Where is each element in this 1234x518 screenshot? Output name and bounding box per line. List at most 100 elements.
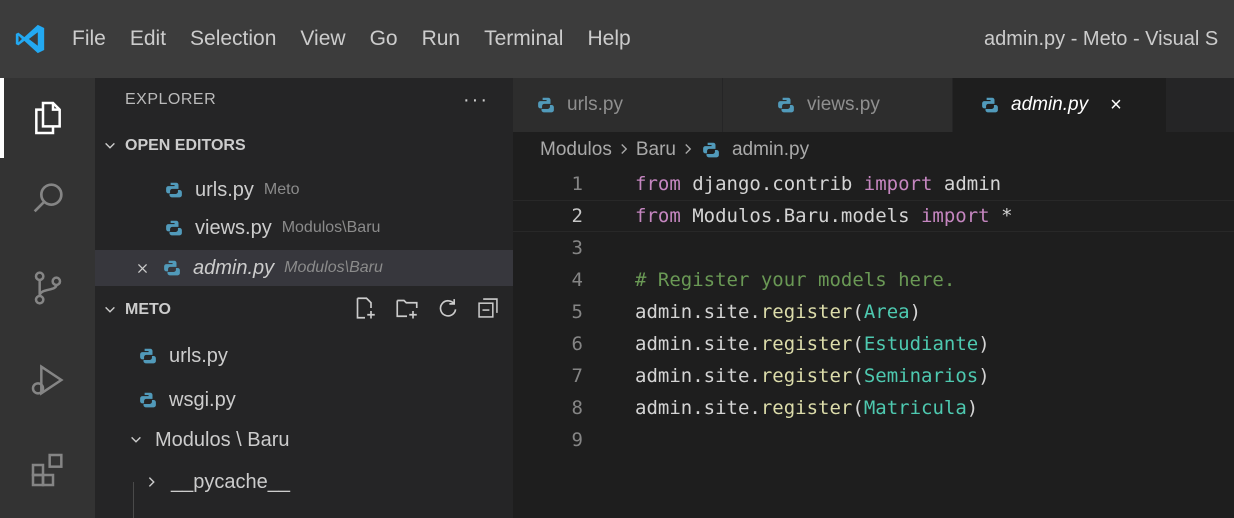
menu-selection[interactable]: Selection	[178, 0, 288, 78]
search-icon[interactable]	[0, 158, 95, 238]
python-file-icon	[163, 218, 185, 238]
folder-tree-item[interactable]: __pycache__	[95, 464, 513, 500]
breadcrumb-item[interactable]: admin.py	[732, 139, 809, 161]
python-file-icon	[775, 95, 797, 115]
project-folder-label: METO	[125, 301, 171, 318]
line-number: 7	[571, 365, 583, 387]
code-text: from Modulos.Baru.models import *	[635, 205, 1013, 227]
tab-label: views.py	[807, 94, 880, 115]
file-tree-item[interactable]: wsgi.py	[95, 382, 513, 418]
code-line[interactable]: 9	[513, 424, 1234, 456]
more-actions-button[interactable]: ···	[463, 89, 513, 112]
file-path: Meto	[263, 181, 300, 198]
breadcrumb-item[interactable]: Modulos	[540, 139, 612, 161]
tab-close-button[interactable]: ×	[1110, 94, 1122, 117]
chevron-down-icon	[95, 303, 125, 317]
line-number: 5	[571, 301, 583, 323]
python-file-icon	[979, 95, 1001, 115]
open-editors-label: OPEN EDITORS	[125, 137, 246, 154]
refresh-icon[interactable]	[437, 297, 459, 324]
file-path: Modulos\Baru	[281, 219, 381, 236]
file-path: Modulos\Baru	[284, 259, 383, 276]
file-name: urls.py	[195, 178, 254, 201]
new-folder-icon[interactable]	[395, 296, 419, 325]
code-text: from django.contrib import admin	[635, 173, 1002, 195]
code-line[interactable]: 7 admin.site.register(Seminarios)	[513, 360, 1234, 392]
chevron-right-icon	[682, 139, 694, 161]
active-indicator	[0, 78, 4, 158]
menu-bar: File Edit Selection View Go Run Terminal…	[60, 0, 643, 78]
python-file-icon	[161, 258, 183, 278]
code-line[interactable]: 4 # Register your models here.	[513, 264, 1234, 296]
extensions-icon[interactable]	[0, 430, 95, 510]
editor-tab-bar: urls.py views.py admin.py ×	[513, 78, 1234, 132]
folder-tree-item[interactable]: Modulos \ Baru	[95, 422, 513, 458]
line-number: 4	[571, 269, 583, 291]
line-number: 8	[571, 397, 583, 419]
collapse-all-icon[interactable]	[477, 297, 499, 324]
chevron-right-icon	[618, 139, 630, 161]
activity-bar	[0, 78, 95, 518]
explorer-header: EXPLORER ···	[95, 78, 513, 122]
menu-run[interactable]: Run	[410, 0, 473, 78]
code-text: admin.site.register(Matricula)	[635, 397, 979, 419]
open-editor-item[interactable]: views.py Modulos\Baru	[95, 210, 513, 246]
python-file-icon	[535, 95, 557, 115]
title-bar: File Edit Selection View Go Run Terminal…	[0, 0, 1234, 78]
menu-terminal[interactable]: Terminal	[472, 0, 575, 78]
code-line[interactable]: 6 admin.site.register(Estudiante)	[513, 328, 1234, 360]
menu-view[interactable]: View	[288, 0, 357, 78]
explorer-sidebar: EXPLORER ··· OPEN EDITORS urls.py Meto v…	[95, 78, 513, 518]
code-line[interactable]: 5 admin.site.register(Area)	[513, 296, 1234, 328]
menu-edit[interactable]: Edit	[118, 0, 178, 78]
file-name: views.py	[195, 216, 272, 239]
python-file-icon	[137, 346, 159, 366]
line-number: 2	[571, 205, 583, 227]
line-number: 1	[571, 173, 583, 195]
source-control-icon[interactable]	[0, 248, 95, 328]
code-text: admin.site.register(Seminarios)	[635, 365, 990, 387]
open-editor-item-active[interactable]: admin.py Modulos\Baru	[95, 250, 513, 286]
code-editor[interactable]: 1 from django.contrib import admin 2 fro…	[513, 168, 1234, 518]
new-file-icon[interactable]	[353, 296, 377, 325]
code-comment: # Register your models here.	[635, 269, 956, 291]
breadcrumb: Modulos Baru admin.py	[540, 132, 809, 168]
code-line[interactable]: 1 from django.contrib import admin	[513, 168, 1234, 200]
python-file-icon	[163, 180, 185, 200]
explorer-icon[interactable]	[0, 78, 95, 158]
tab-admin-py[interactable]: admin.py ×	[953, 78, 1167, 132]
tab-label: admin.py	[1011, 94, 1089, 115]
tab-views-py[interactable]: views.py	[723, 78, 953, 132]
menu-go[interactable]: Go	[358, 0, 410, 78]
line-number: 6	[571, 333, 583, 355]
code-line[interactable]: 8 admin.site.register(Matricula)	[513, 392, 1234, 424]
open-editors-header[interactable]: OPEN EDITORS	[95, 128, 513, 164]
explorer-title: EXPLORER	[125, 91, 217, 108]
code-line[interactable]: 3	[513, 232, 1234, 264]
file-name: wsgi.py	[169, 388, 236, 411]
tab-label: urls.py	[567, 94, 623, 115]
vscode-logo-icon	[0, 0, 60, 78]
window-title: admin.py - Meto - Visual S	[984, 28, 1219, 50]
line-number: 3	[571, 237, 583, 259]
code-line[interactable]: 2 from Modulos.Baru.models import *	[513, 200, 1234, 232]
run-debug-icon[interactable]	[0, 340, 95, 420]
file-tree-item[interactable]: urls.py	[95, 338, 513, 374]
menu-file[interactable]: File	[60, 0, 118, 78]
explorer-actions	[353, 296, 499, 325]
project-folder-header[interactable]: METO	[95, 292, 513, 328]
folder-name: __pycache__	[171, 470, 290, 493]
menu-help[interactable]: Help	[575, 0, 642, 78]
chevron-down-icon	[129, 433, 147, 447]
file-name: urls.py	[169, 344, 228, 367]
breadcrumb-item[interactable]: Baru	[636, 139, 676, 161]
code-text: admin.site.register(Estudiante)	[635, 333, 990, 355]
tab-urls-py[interactable]: urls.py	[513, 78, 723, 132]
file-name: admin.py	[193, 256, 275, 279]
code-text: admin.site.register(Area)	[635, 301, 922, 323]
chevron-down-icon	[95, 139, 125, 153]
open-editor-item[interactable]: urls.py Meto	[95, 172, 513, 208]
chevron-right-icon	[145, 475, 163, 489]
close-icon[interactable]	[131, 262, 153, 275]
python-file-icon	[137, 390, 159, 410]
